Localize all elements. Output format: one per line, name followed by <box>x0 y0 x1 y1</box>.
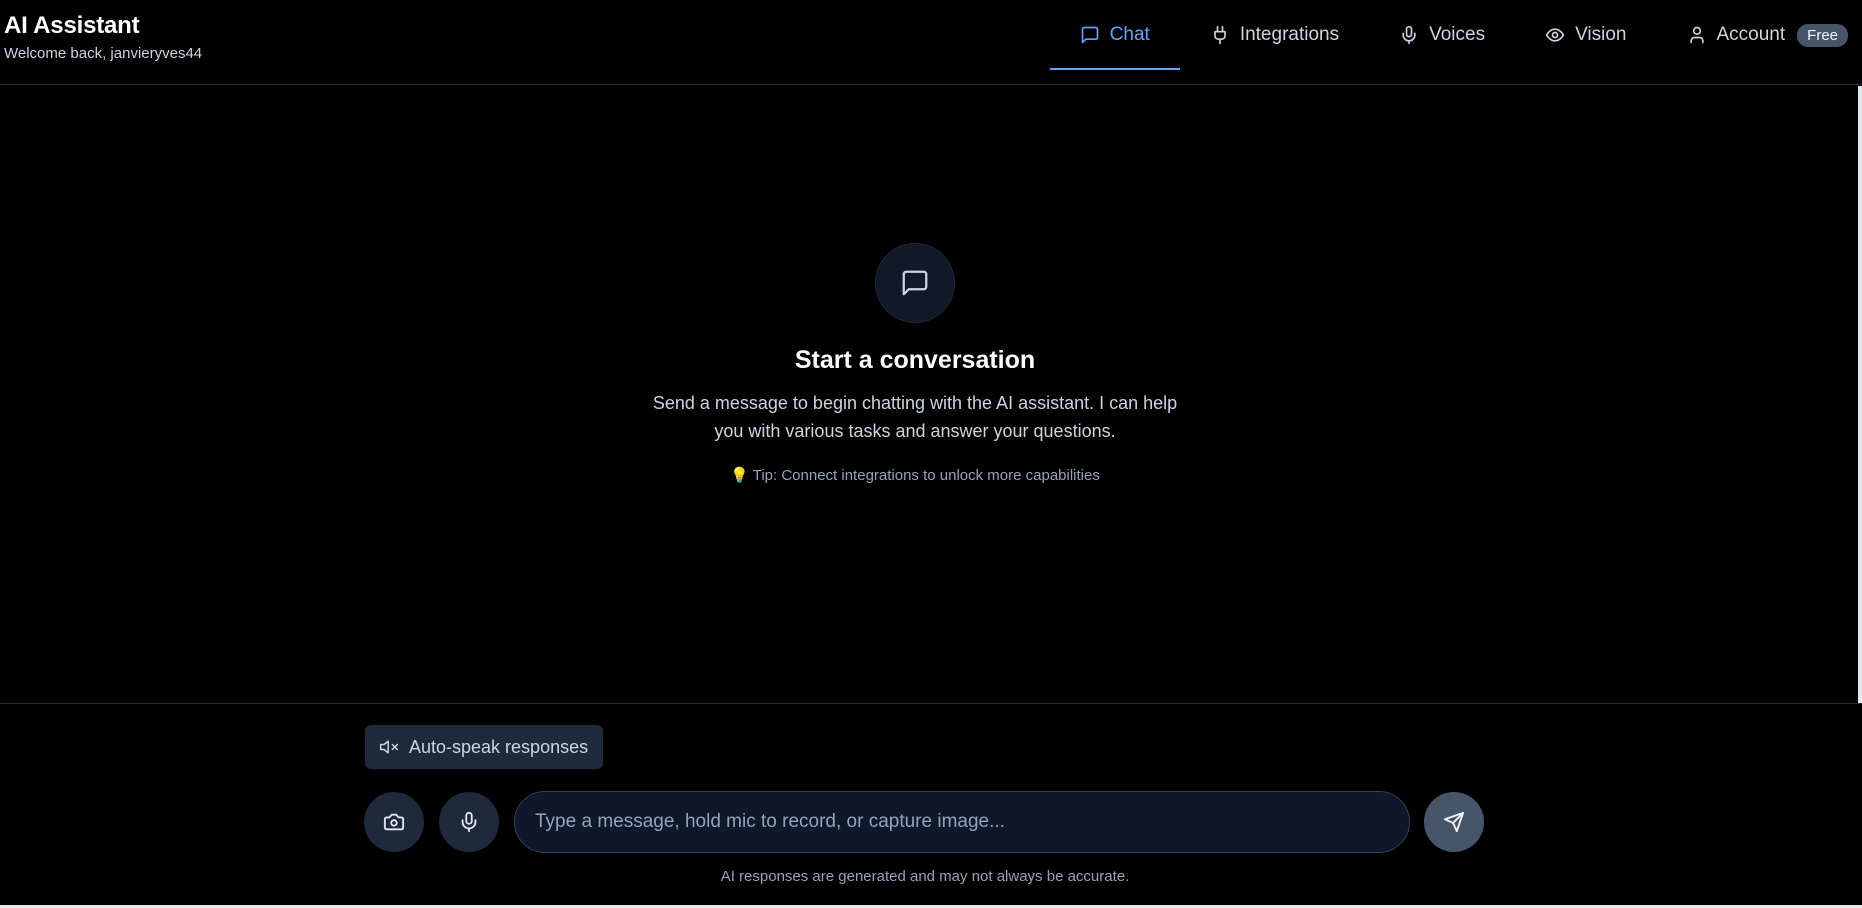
send-icon <box>1443 811 1465 833</box>
app-title: AI Assistant <box>4 12 140 39</box>
message-square-icon <box>1081 26 1099 44</box>
empty-state-title: Start a conversation <box>794 346 1036 374</box>
message-input[interactable] <box>514 791 1410 853</box>
tab-integrations-label: Integrations <box>1239 24 1340 45</box>
eye-icon <box>1545 28 1565 42</box>
auto-speak-label: Auto-speak responses <box>409 736 589 757</box>
user-icon <box>1689 26 1704 44</box>
message-square-icon <box>902 270 928 296</box>
tip-text-row: 💡 Tip: Connect integrations to unlock mo… <box>0 466 1830 484</box>
tab-account-label: Account <box>1716 24 1786 45</box>
camera-icon <box>383 813 405 831</box>
chat-area: Start a conversation Send a message to b… <box>0 86 1858 703</box>
composer: Auto-speak responses AI responses are ge… <box>0 703 1862 905</box>
tab-chat[interactable]: Chat <box>1049 0 1180 70</box>
empty-state-icon-circle <box>875 243 955 323</box>
welcome-text: Welcome back, janvieryves44 <box>4 45 203 62</box>
tab-vision[interactable]: Vision <box>1515 0 1656 70</box>
tip-text: Tip: Connect integrations to unlock more… <box>752 467 1100 484</box>
disclaimer-text: AI responses are generated and may not a… <box>720 868 1130 885</box>
app-header: AI Assistant Welcome back, janvieryves44… <box>0 0 1862 85</box>
tab-integrations[interactable]: Integrations <box>1180 0 1369 70</box>
plan-badge: Free <box>1797 23 1848 47</box>
camera-button[interactable] <box>364 792 424 852</box>
tab-vision-label: Vision <box>1575 24 1627 45</box>
main-nav: Chat Integrations Voices Vision Account … <box>1049 0 1855 70</box>
scrollbar[interactable] <box>1858 86 1862 703</box>
send-button[interactable] <box>1424 792 1484 852</box>
mic-icon <box>461 811 477 833</box>
tab-voices[interactable]: Voices <box>1369 0 1515 70</box>
auto-speak-toggle[interactable]: Auto-speak responses <box>365 725 604 769</box>
tab-account[interactable]: Account Free <box>1657 0 1855 70</box>
lightbulb-icon: 💡 <box>730 467 749 484</box>
empty-state-description: Send a message to begin chatting with th… <box>652 393 1178 441</box>
tab-voices-label: Voices <box>1429 24 1486 45</box>
plug-icon <box>1213 25 1226 45</box>
volume-x-icon <box>379 740 399 754</box>
tab-chat-label: Chat <box>1109 24 1150 45</box>
mic-icon <box>1402 25 1416 45</box>
brand: AI Assistant Welcome back, janvieryves44 <box>4 12 202 62</box>
mic-button[interactable] <box>439 792 499 852</box>
